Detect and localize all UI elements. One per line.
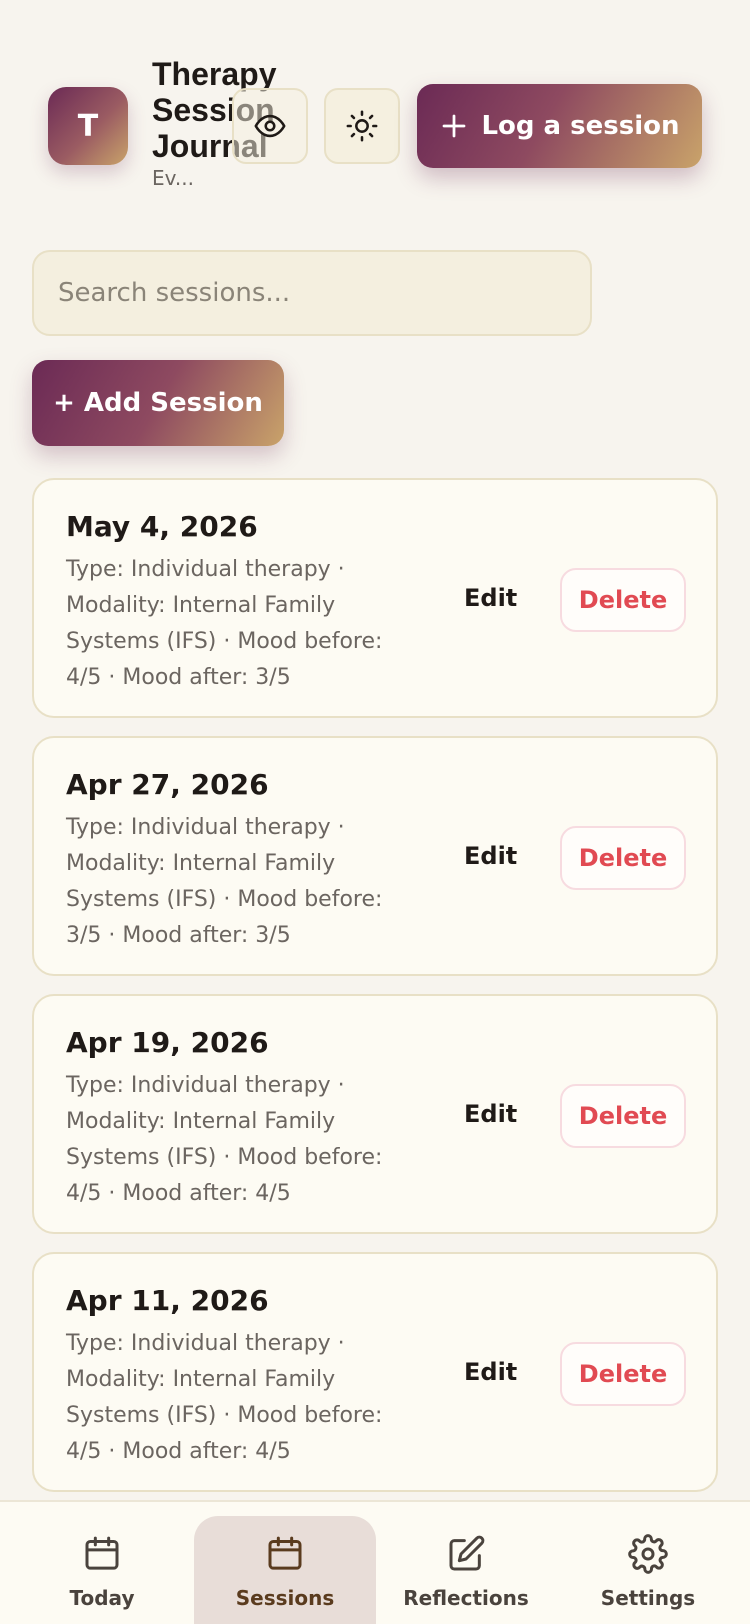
sun-icon <box>346 110 378 142</box>
eye-icon <box>254 114 286 138</box>
edit-button[interactable]: Edit <box>464 1100 517 1128</box>
session-card: Apr 11, 2026 Type: Individual therapy · … <box>32 1252 718 1492</box>
session-list: May 4, 2026 Type: Individual therapy · M… <box>32 478 718 1510</box>
session-details: Type: Individual therapy · Modality: Int… <box>66 557 383 690</box>
session-date: Apr 19, 2026 <box>66 1026 269 1059</box>
delete-label: Delete <box>578 1102 668 1130</box>
app-subtitle: Ev... <box>152 166 194 190</box>
app-header: T Therapy Session Journal Ev... Log a se… <box>0 0 750 230</box>
calendar-icon <box>85 1536 119 1570</box>
log-session-label: Log a session <box>481 111 680 141</box>
delete-button[interactable]: Delete <box>560 568 686 632</box>
delete-label: Delete <box>578 844 668 872</box>
edit-button[interactable]: Edit <box>464 842 517 870</box>
nav-label-reflections: Reflections <box>403 1586 529 1610</box>
bottom-nav: Today Sessions Reflections Settings <box>0 1500 750 1624</box>
session-date: May 4, 2026 <box>66 510 258 543</box>
nav-item-reflections[interactable]: Reflections <box>375 1516 557 1624</box>
delete-button[interactable]: Delete <box>560 1084 686 1148</box>
session-card: Apr 19, 2026 Type: Individual therapy · … <box>32 994 718 1234</box>
edit-button[interactable]: Edit <box>464 584 517 612</box>
app-logo-letter: T <box>77 108 99 144</box>
nav-item-settings[interactable]: Settings <box>557 1516 739 1624</box>
visibility-toggle-button[interactable] <box>232 88 308 164</box>
session-card: May 4, 2026 Type: Individual therapy · M… <box>32 478 718 718</box>
nav-label-sessions: Sessions <box>235 1586 335 1610</box>
delete-button[interactable]: Delete <box>560 1342 686 1406</box>
edit-button[interactable]: Edit <box>464 1358 517 1386</box>
nav-label-today: Today <box>69 1586 135 1610</box>
session-details: Type: Individual therapy · Modality: Int… <box>66 1073 383 1206</box>
add-session-label: + Add Session <box>53 388 263 418</box>
session-date: Apr 11, 2026 <box>66 1284 269 1317</box>
session-details: Type: Individual therapy · Modality: Int… <box>66 1331 383 1464</box>
delete-label: Delete <box>578 1360 668 1388</box>
plus-icon <box>443 114 466 138</box>
add-session-button[interactable]: + Add Session <box>32 360 284 446</box>
calendar-icon <box>268 1536 302 1570</box>
app-logo: T <box>48 87 128 165</box>
log-session-button[interactable]: Log a session <box>417 84 702 168</box>
session-card: Apr 27, 2026 Type: Individual therapy · … <box>32 736 718 976</box>
nav-item-sessions[interactable]: Sessions <box>194 1516 376 1624</box>
delete-label: Delete <box>578 586 668 614</box>
nav-item-today[interactable]: Today <box>11 1516 193 1624</box>
gear-icon <box>628 1534 668 1574</box>
search-input[interactable] <box>32 250 592 336</box>
nav-label-settings: Settings <box>600 1586 696 1610</box>
session-details: Type: Individual therapy · Modality: Int… <box>66 815 383 948</box>
theme-toggle-button[interactable] <box>324 88 400 164</box>
delete-button[interactable]: Delete <box>560 826 686 890</box>
edit-icon <box>449 1535 485 1571</box>
session-date: Apr 27, 2026 <box>66 768 269 801</box>
